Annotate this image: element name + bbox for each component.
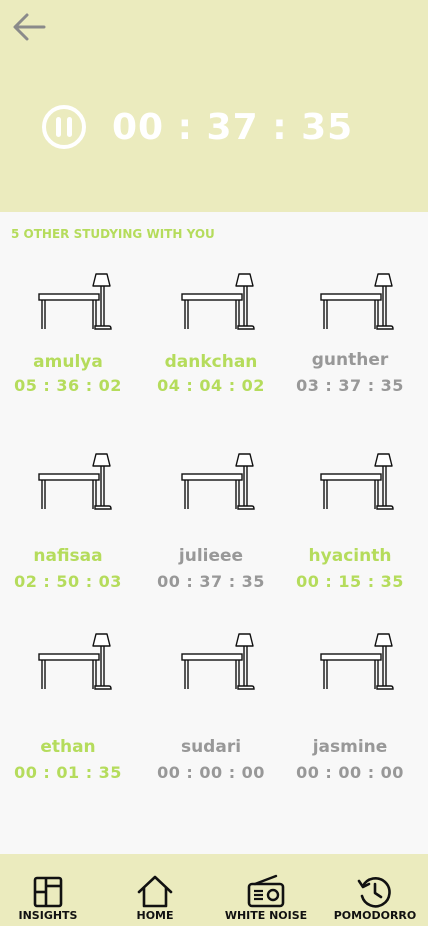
user-study-time: 00 : 00 : 00	[296, 763, 404, 782]
user-study-time: 04 : 04 : 02	[157, 376, 265, 395]
desk-lamp-icon	[38, 632, 114, 692]
history-clock-icon	[357, 877, 391, 908]
home-icon	[137, 875, 173, 908]
desk-lamp-icon	[181, 272, 257, 332]
desk-lamp-icon	[320, 452, 396, 512]
user-study-time: 02 : 50 : 03	[14, 572, 122, 591]
user-name: gunther	[311, 350, 389, 370]
user-name: dankchan	[164, 352, 258, 372]
radio-icon	[247, 874, 285, 908]
nav-label: INSIGHTS	[18, 909, 78, 922]
user-study-time: 05 : 36 : 02	[14, 376, 122, 395]
user-name: amulya	[33, 352, 103, 372]
user-study-time: 00 : 15 : 35	[296, 572, 404, 591]
nav-white-noise[interactable]: WHITE NOISE	[216, 854, 316, 926]
nav-insights[interactable]: INSIGHTS	[0, 854, 98, 926]
user-study-time: 00 : 00 : 00	[157, 763, 265, 782]
nav-label: POMODORRO	[333, 909, 417, 922]
desk-lamp-icon	[320, 272, 396, 332]
nav-label: WHITE NOISE	[224, 909, 308, 922]
nav-pomodorro[interactable]: POMODORRO	[325, 854, 425, 926]
desk-lamp-icon	[181, 632, 257, 692]
user-name: hyacinth	[308, 546, 392, 566]
desk-lamp-icon	[38, 272, 114, 332]
desk-lamp-icon	[181, 452, 257, 512]
user-study-time: 03 : 37 : 35	[296, 376, 404, 395]
user-study-time: 00 : 37 : 35	[157, 572, 265, 591]
desk-lamp-icon	[38, 452, 114, 512]
user-name: jasmine	[312, 737, 388, 757]
user-study-time: 00 : 01 : 35	[14, 763, 122, 782]
bottom-navbar: INSIGHTS HOME WHITE NOISE POMODORRO	[0, 854, 428, 926]
insights-grid-icon	[33, 876, 63, 908]
study-users-grid: amulya 05 : 36 : 02 dankchan 04 : 04 : 02 …	[0, 0, 428, 860]
user-name: sudari	[180, 737, 242, 757]
nav-label: HOME	[136, 909, 174, 922]
desk-lamp-icon	[320, 632, 396, 692]
user-name: nafisaa	[33, 546, 103, 566]
user-name: julieee	[178, 546, 244, 566]
nav-home[interactable]: HOME	[105, 854, 205, 926]
user-name: ethan	[40, 737, 96, 757]
